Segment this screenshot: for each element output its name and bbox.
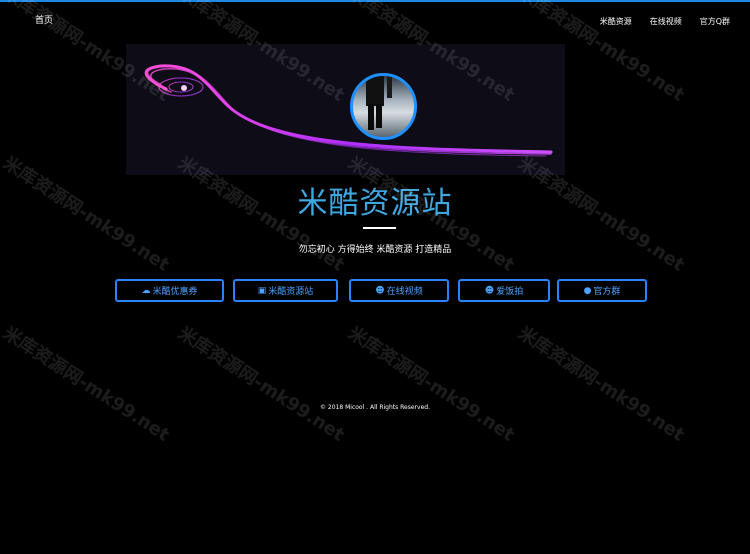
official-group-button-label: 官方群 (593, 287, 621, 297)
watermark: 米库资源网-mk99.net (344, 322, 518, 446)
online-video-button-label: 在线视频 (386, 287, 423, 297)
official-group-button[interactable]: ● 官方群 (557, 279, 647, 302)
site-slogan: 勿忘初心 方得始终 米酷资源 打造精品 (298, 245, 452, 255)
person-silhouette-image (366, 76, 392, 130)
users-icon: ☻ (375, 285, 385, 296)
top-nav: 首页 米酷资源 在线视频 官方Q群 (0, 2, 750, 42)
title-divider (363, 227, 396, 229)
aifanpai-button[interactable]: ☻ 爱饭拍 (458, 279, 550, 302)
watermark: 米库资源网-mk99.net (0, 322, 173, 446)
group-icon: ☻ (484, 285, 495, 296)
v-badge-icon: ▣ (257, 285, 267, 296)
nav-home-link[interactable]: 首页 (35, 13, 53, 26)
resource-site-button[interactable]: ▣ 米酷资源站 (233, 279, 338, 302)
hero-banner (126, 44, 565, 175)
avatar (350, 73, 417, 140)
coupon-button-label: 米酷优惠券 (152, 287, 198, 297)
footer-copyright: © 2018 Micool . All Rights Reserved. (320, 404, 430, 411)
nav-link-videos[interactable]: 在线视频 (650, 16, 682, 27)
cloud-icon: ☁ (141, 285, 151, 296)
watermark: 米库资源网-mk99.net (174, 322, 348, 446)
watermark: 米库资源网-mk99.net (514, 322, 688, 446)
nav-link-qq-group[interactable]: 官方Q群 (700, 16, 730, 27)
light-swirl-graphic (144, 64, 553, 157)
coupon-button[interactable]: ☁ 米酷优惠券 (115, 279, 224, 302)
resource-site-button-label: 米酷资源站 (268, 287, 314, 297)
nav-links: 米酷资源 在线视频 官方Q群 (600, 16, 730, 27)
online-video-button[interactable]: ☻ 在线视频 (349, 279, 449, 302)
site-title: 米酷资源站 (297, 186, 453, 221)
aifanpai-button-label: 爱饭拍 (496, 287, 524, 297)
nav-link-resources[interactable]: 米酷资源 (600, 16, 632, 27)
qq-icon: ● (583, 285, 592, 296)
